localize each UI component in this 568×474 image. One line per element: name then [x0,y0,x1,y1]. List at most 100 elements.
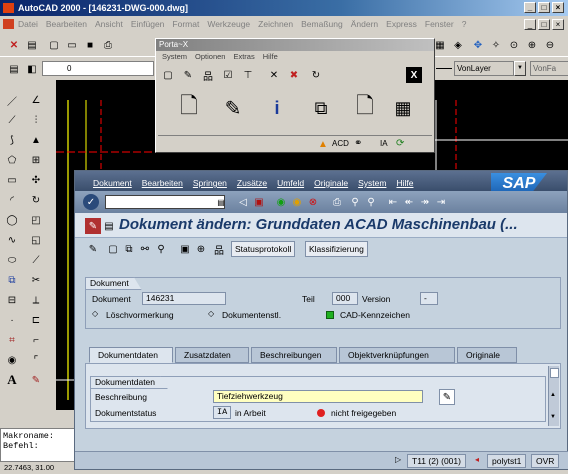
scroll-thumb[interactable] [550,368,559,378]
edit-document-icon[interactable]: ✎ [220,95,246,121]
dokumentenstl-radio[interactable]: ◇ [208,309,214,318]
zoom-realtime-icon[interactable]: ◈ [450,37,466,53]
rotate-tool-icon[interactable]: ↻ [28,192,44,208]
new-icon[interactable]: ▢ [46,37,62,53]
tab-zusatzdaten[interactable]: Zusatzdaten [175,347,249,363]
copy-document-icon[interactable]: ⧉ [308,95,334,121]
klassifizierung-button[interactable]: Klassifizierung [305,241,368,257]
menu-werkzeuge[interactable]: Werkzeuge [207,19,250,29]
sap-enter-icon[interactable]: ✓ [83,194,99,210]
point-tool-icon[interactable]: · [4,312,20,328]
break-tool-icon[interactable]: ⊏ [28,312,44,328]
region-tool-icon[interactable]: ◉ [4,352,20,368]
blank-document-icon[interactable]: 🗋 [352,93,378,121]
status-code-field[interactable]: IA [213,406,231,419]
view-document-icon[interactable]: ▦ [390,95,416,121]
sap-menu-system[interactable]: System [358,178,386,188]
sap-menu-umfeld[interactable]: Umfeld [277,178,304,188]
sap-command-history-icon[interactable]: ▤ [213,194,229,210]
doc-minimize-button[interactable]: _ [524,19,536,30]
color-dropdown[interactable]: VonFa [530,61,568,76]
portax-cancel-icon[interactable]: ✖ [286,67,302,83]
status-expand-icon[interactable]: ▷ [395,455,401,464]
longtext-edit-icon[interactable]: ✎ [439,389,455,405]
scroll-down-icon[interactable]: ▼ [550,414,556,420]
portax-menu-optionen[interactable]: Optionen [195,51,225,63]
tab-dokumentdaten[interactable]: Dokumentdaten [89,347,173,363]
lengthen-tool-icon[interactable]: ⟋ [28,252,44,268]
layer-state-icon[interactable]: ◧ [24,61,40,77]
tab-originale[interactable]: Originale [457,347,517,363]
chamfer-tool-icon[interactable]: ⌐ [28,332,44,348]
make-block-icon[interactable]: ⊟ [4,292,20,308]
sap-back-left-icon[interactable]: ◁ [235,194,251,210]
properties-icon[interactable]: ▤ [24,37,40,53]
portax-refresh-icon[interactable]: ↻ [308,67,324,83]
version-field[interactable]: - [420,292,438,305]
sap-exit-icon[interactable]: ◉ [289,194,305,210]
portax-edit-icon[interactable]: ✎ [180,67,196,83]
doc-display-icon[interactable]: ▣ [177,241,193,257]
menu-express[interactable]: Express [386,19,417,29]
minimize-button[interactable]: _ [524,2,536,13]
explode-tool-icon[interactable]: ✎ [28,372,44,388]
tab-objektverknuepfungen[interactable]: Objektverknüpfungen [339,347,455,363]
portax-new-icon[interactable]: ▢ [160,67,176,83]
zoom-previous-icon[interactable]: ⊙ [506,37,522,53]
menu-aendern[interactable]: Ändern [351,19,378,29]
zoom-in-icon[interactable]: ⊕ [524,37,540,53]
rectangle-tool-icon[interactable]: ▭ [4,172,20,188]
spline-tool-icon[interactable]: ∿ [4,232,20,248]
doc-hierarchy-icon[interactable]: 品 [211,241,227,257]
sap-menu-zusaetze[interactable]: Zusätze [237,178,267,188]
sap-menu-bearbeiten[interactable]: Bearbeiten [142,178,183,188]
doc-copy-icon[interactable]: ⧉ [121,241,137,257]
session-arrow-icon[interactable]: ◂ [475,455,479,464]
menu-format[interactable]: Format [172,19,199,29]
portax-menu-hilfe[interactable]: Hilfe [263,51,278,63]
array-tool-icon[interactable]: ⊞ [28,152,44,168]
sap-menu-originale[interactable]: Originale [314,178,348,188]
express-icon[interactable]: ✕ [6,37,22,53]
line-tool-icon[interactable]: ／ [4,92,20,108]
command-line[interactable]: Makroname: Befehl: [0,428,80,462]
portax-check-icon[interactable]: ☑ [220,67,236,83]
doc-restore-button[interactable]: □ [538,19,550,30]
sap-find-icon[interactable]: ⚲ [347,194,363,210]
sap-menu-icon[interactable]: ▤ [101,218,117,234]
portax-menu-system[interactable]: System [162,51,187,63]
doc-find-icon[interactable]: ⚲ [153,241,169,257]
menu-bearbeiten[interactable]: Bearbeiten [46,19,87,29]
extend-tool-icon[interactable]: ⟂ [28,292,44,308]
statusprotokoll-button[interactable]: Statusprotokoll [231,241,296,257]
sap-transaction-icon[interactable]: ✎ [85,218,101,234]
sap-cancel-icon[interactable]: ⊗ [305,194,321,210]
stretch-tool-icon[interactable]: ◱ [28,232,44,248]
sap-first-page-icon[interactable]: ⇤ [385,194,401,210]
doc-close-button[interactable]: × [552,19,564,30]
menu-zeichnen[interactable]: Zeichnen [258,19,293,29]
pline-tool-icon[interactable]: ⟆ [4,132,20,148]
offset-tool-icon[interactable]: ▲ [28,132,44,148]
scroll-up-icon[interactable]: ▲ [550,392,556,398]
portax-tree-icon[interactable]: 品 [200,67,216,83]
loeschvormerkung-radio[interactable]: ◇ [92,309,98,318]
save-icon[interactable]: ■ [82,37,98,53]
sap-print-icon[interactable]: ⎙ [329,194,345,210]
sap-prev-page-icon[interactable]: ↞ [401,194,417,210]
doc-structure-icon[interactable]: ⊕ [193,241,209,257]
menu-fenster[interactable]: Fenster [425,19,454,29]
circle-tool-icon[interactable]: ◯ [4,212,20,228]
sap-menu-hilfe[interactable]: Hilfe [396,178,413,188]
tab-beschreibungen[interactable]: Beschreibungen [251,347,337,363]
zoom-out-icon[interactable]: ⊖ [542,37,558,53]
sap-menu-dokument[interactable]: Dokument [93,178,132,188]
menu-datei[interactable]: Datei [18,19,38,29]
arc-tool-icon[interactable]: ◜ [4,192,20,208]
fillet-tool-icon[interactable]: ⌜ [28,352,44,368]
display-change-icon[interactable]: ✎ [85,241,101,257]
sap-find-next-icon[interactable]: ⚲ [363,194,379,210]
beschreibung-field[interactable]: Tiefziehwerkzeug [213,390,423,403]
linetype-dropdown[interactable]: VonLayer [454,61,514,76]
menu-einfuegen[interactable]: Einfügen [131,19,165,29]
